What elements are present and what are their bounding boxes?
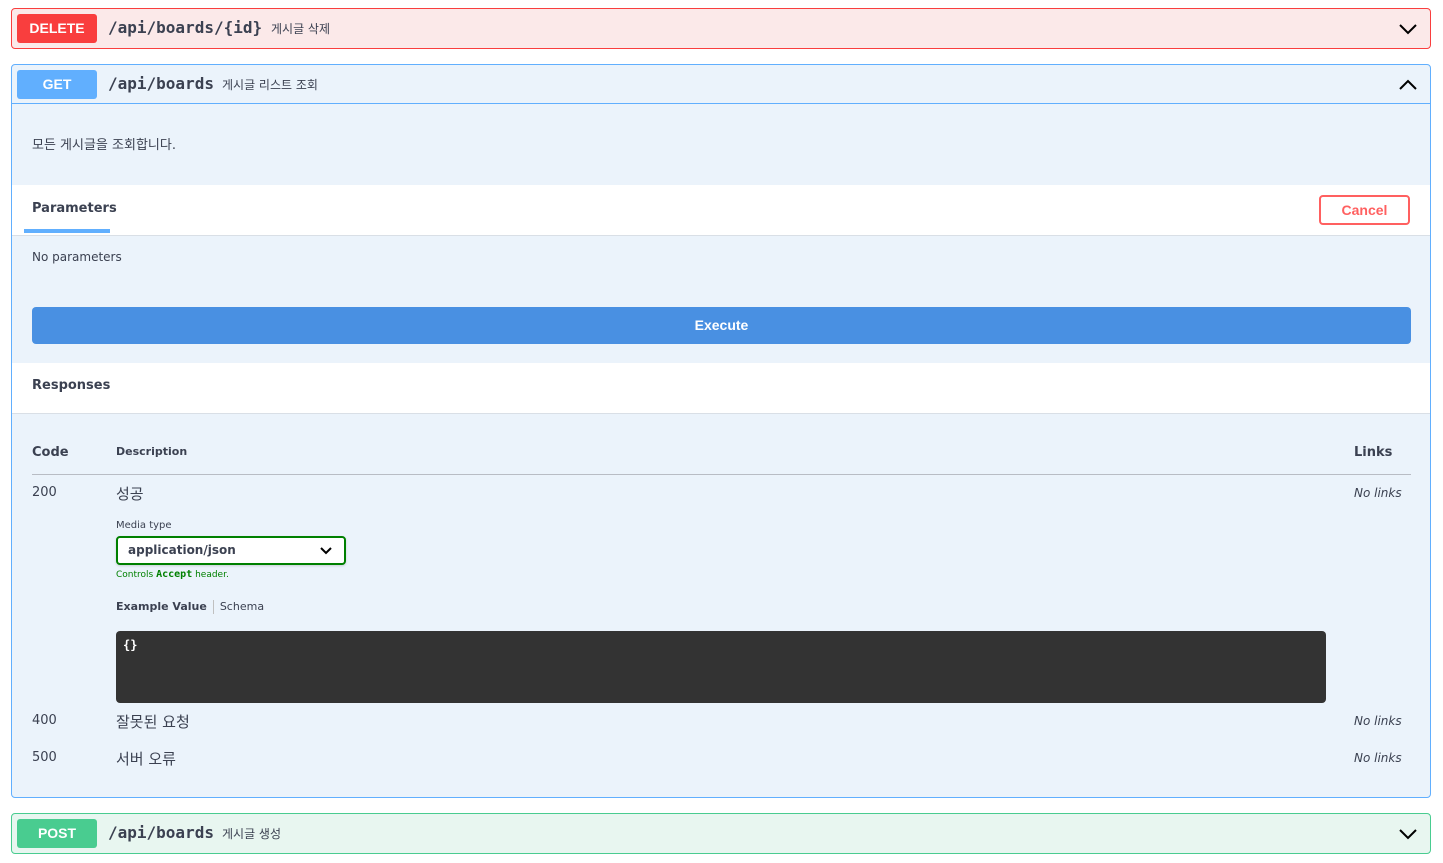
tab-example-value[interactable]: Example Value: [116, 600, 207, 613]
responses-section-header: Responses: [12, 363, 1430, 414]
controls-suffix: header.: [192, 570, 229, 580]
opblock-get-boards: GET /api/boards 게시글 리스트 조회 모든 게시글을 조회합니다…: [11, 64, 1431, 798]
method-badge-post: POST: [17, 819, 97, 848]
response-links-500: No links: [1354, 751, 1402, 765]
cancel-button[interactable]: Cancel: [1319, 195, 1410, 225]
tab-active-indicator: [24, 229, 110, 233]
table-header-code: Code: [32, 445, 69, 460]
chevron-down-icon[interactable]: [1398, 19, 1418, 39]
method-badge-get: GET: [17, 70, 97, 99]
endpoint-summary: 게시글 리스트 조회: [222, 78, 318, 92]
endpoint-path: /api/boards/{id}: [108, 18, 263, 37]
no-parameters-text: No parameters: [32, 250, 122, 264]
opblock-post-boards: POST /api/boards 게시글 생성: [11, 813, 1431, 854]
endpoint-path: /api/boards: [108, 74, 214, 93]
media-type-value: application/json: [128, 543, 236, 557]
response-description-400: 잘못된 요청: [116, 713, 190, 731]
tab-divider: [212, 600, 214, 614]
response-code-500: 500: [32, 750, 57, 765]
chevron-up-icon[interactable]: [1398, 75, 1418, 95]
chevron-down-icon[interactable]: [1398, 824, 1418, 844]
execute-button[interactable]: Execute: [32, 307, 1411, 344]
response-links-200: No links: [1354, 486, 1402, 500]
responses-title: Responses: [32, 378, 111, 393]
response-description-200: 성공: [116, 485, 144, 503]
response-code-400: 400: [32, 713, 57, 728]
example-value-code: {}: [123, 638, 138, 652]
response-description-500: 서버 오류: [116, 750, 176, 768]
opblock-summary-post[interactable]: POST /api/boards 게시글 생성: [12, 814, 1430, 853]
tab-parameters[interactable]: Parameters: [32, 201, 117, 216]
response-code-200: 200: [32, 485, 57, 500]
example-value-box: {}: [116, 631, 1326, 703]
response-links-400: No links: [1354, 714, 1402, 728]
opblock-delete-boards-id: DELETE /api/boards/{id} 게시글 삭제: [11, 8, 1431, 49]
method-badge-delete: DELETE: [17, 14, 97, 43]
opblock-summary-delete[interactable]: DELETE /api/boards/{id} 게시글 삭제: [12, 9, 1430, 48]
example-tabs: Example Value Schema: [116, 600, 264, 614]
endpoint-summary: 게시글 삭제: [271, 22, 331, 36]
endpoint-path: /api/boards: [108, 823, 214, 842]
endpoint-summary: 게시글 생성: [222, 827, 282, 841]
table-header-description: Description: [116, 445, 188, 458]
table-header-links: Links: [1354, 445, 1393, 460]
controls-accept-code: Accept: [156, 569, 193, 580]
media-type-label: Media type: [116, 520, 172, 531]
tab-schema[interactable]: Schema: [220, 600, 264, 613]
table-header-divider: [32, 474, 1411, 475]
chevron-down-icon: [320, 547, 332, 555]
media-type-select[interactable]: application/json: [116, 536, 346, 565]
controls-prefix: Controls: [116, 570, 157, 580]
opblock-summary-get[interactable]: GET /api/boards 게시글 리스트 조회: [12, 65, 1430, 104]
controls-accept-hint: Controls Accept header.: [116, 569, 229, 580]
operation-description: 모든 게시글을 조회합니다.: [32, 138, 176, 153]
parameters-section-header: Parameters Cancel: [12, 185, 1430, 236]
